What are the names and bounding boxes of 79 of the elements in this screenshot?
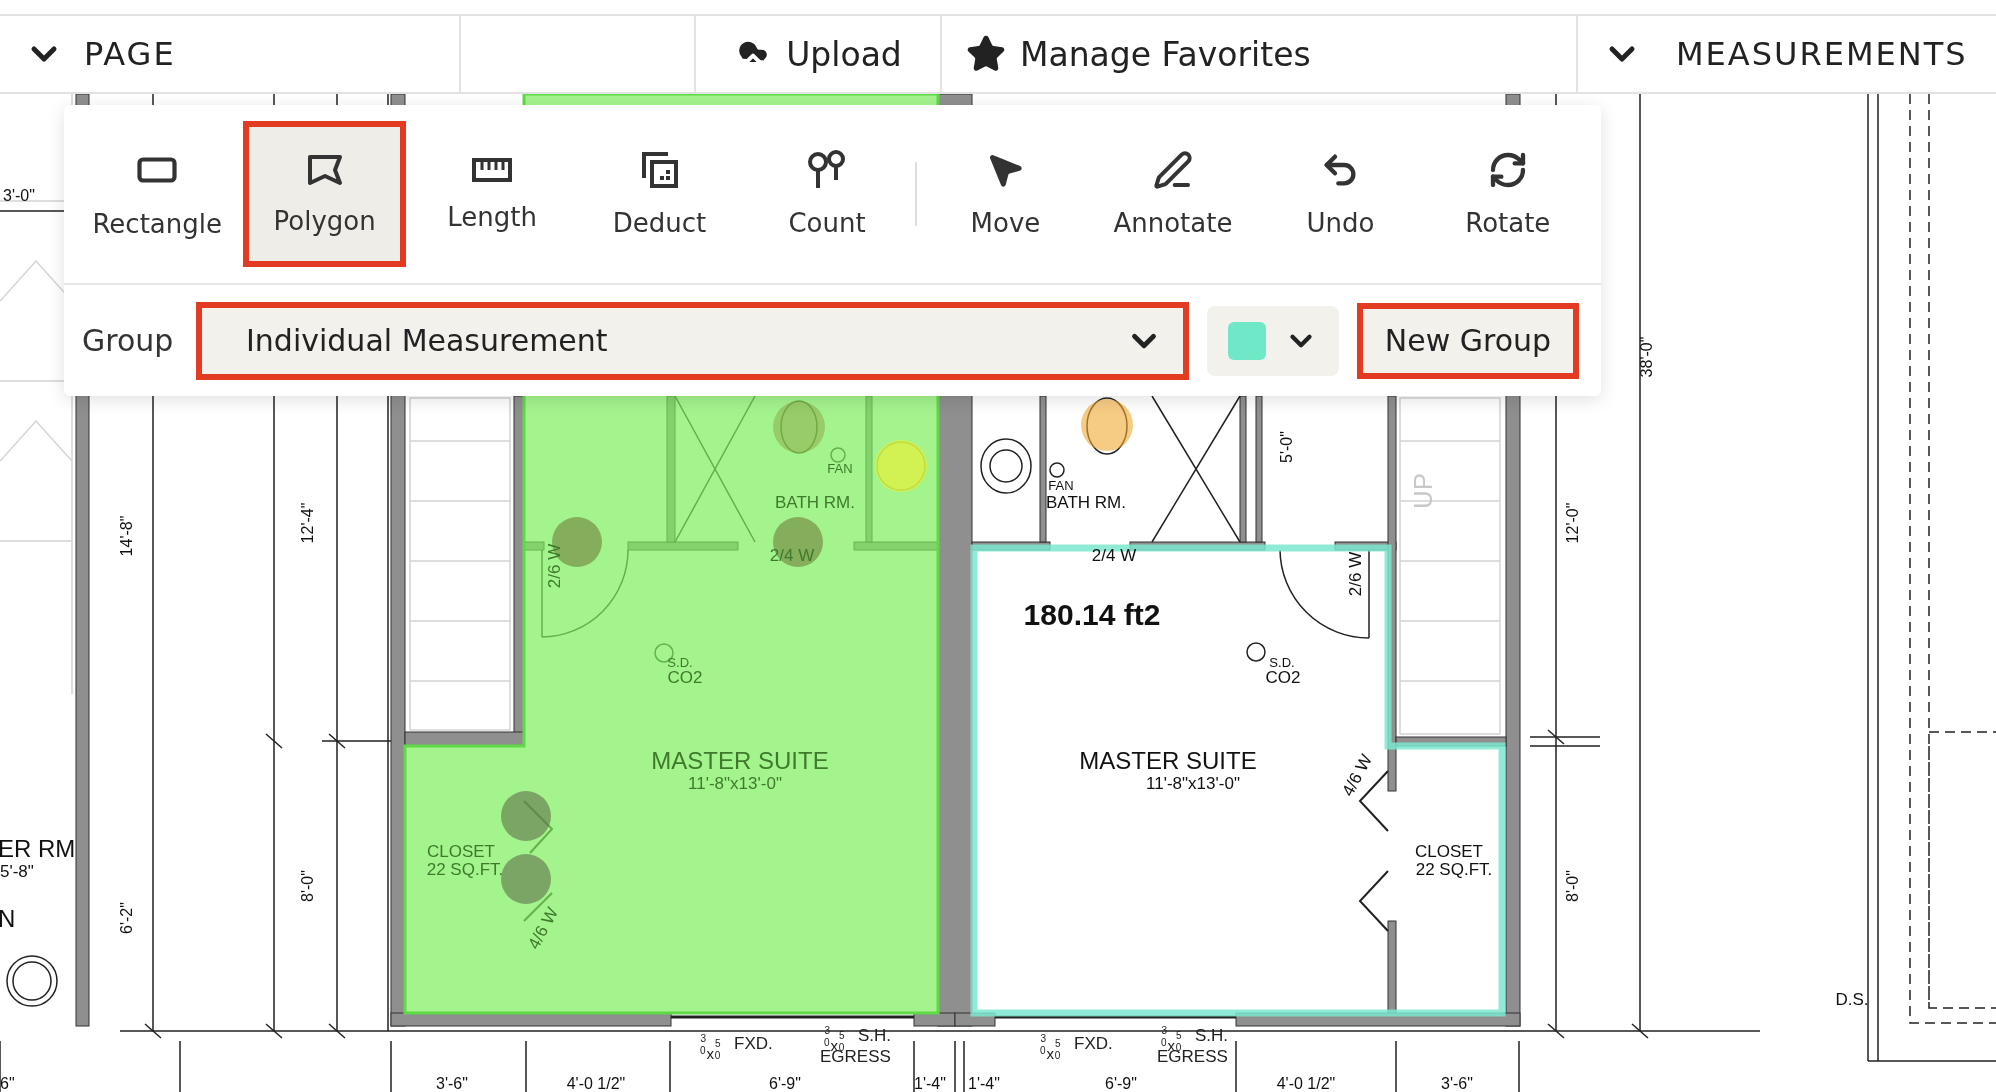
plan-note: CLOSET	[1415, 842, 1483, 861]
group-label: Group	[82, 323, 175, 358]
plan-note: FAN	[827, 461, 853, 476]
plan-note: 4/6 W	[1338, 751, 1376, 800]
plan-note: 2/6 W	[1346, 551, 1365, 597]
dimension-label: 1'-4"	[968, 1075, 1000, 1092]
plan-note: FAN	[1048, 478, 1074, 493]
fan-icon	[1049, 462, 1065, 478]
sink-drawing	[6, 955, 58, 1007]
plan-note: S.D.	[1269, 655, 1295, 670]
overlapping-squares-icon	[639, 150, 680, 190]
dimension-label: 6'-9"	[769, 1075, 801, 1092]
pen-icon	[1152, 150, 1193, 190]
tool-button[interactable]: Annotate	[1091, 121, 1255, 267]
toilet-marker[interactable]	[773, 401, 825, 453]
page-heading: PAGE	[84, 35, 176, 73]
plan-note: S.D.	[667, 655, 693, 670]
plan-note: 2/6 W	[545, 543, 564, 589]
plan-note: 4/6 W	[524, 904, 562, 953]
measurements-heading: MEASUREMENTS	[1676, 35, 1968, 73]
window-label: S.H.	[1195, 1026, 1229, 1045]
plan-note: D.S.	[1835, 990, 1869, 1009]
toilet-marker[interactable]	[1081, 399, 1133, 451]
tool-button[interactable]: Deduct	[578, 121, 741, 267]
tool-button[interactable]: Undo	[1259, 121, 1422, 267]
dimension-label: 6'-2"	[118, 902, 135, 934]
dimension-label: 12'-4"	[299, 502, 316, 544]
star-icon	[966, 34, 1006, 74]
plan-note: 2/4 W	[1091, 546, 1137, 565]
dimension-label: 8'-0"	[1564, 870, 1581, 902]
sink-drawing	[980, 438, 1032, 494]
plan-note: 11'-8"x13'-0"	[1146, 774, 1240, 793]
tool-button[interactable]: Move	[924, 121, 1087, 267]
point-marker[interactable]	[501, 791, 551, 841]
dimension-label: 1'-4"	[914, 1075, 946, 1092]
room-label: MASTER SUITE	[1079, 747, 1257, 774]
dimension-label: 38'-0"	[1638, 336, 1655, 378]
plan-note: 22 SQ.FT.	[1415, 860, 1493, 879]
room-label: MASTER SUITE	[651, 747, 829, 774]
group-select[interactable]: Individual Measurement	[196, 301, 1189, 380]
ruler-icon	[472, 156, 513, 184]
tool-button[interactable]: Rotate	[1426, 121, 1590, 267]
area-label: 180.14 ft2	[1023, 598, 1161, 631]
dimension-label: 14'-8"	[118, 515, 135, 557]
dimension-label: 12'-0"	[1564, 502, 1581, 544]
room-label: ER RM	[0, 835, 76, 862]
color-picker-button[interactable]	[1207, 305, 1339, 376]
smoke-detector-icon	[1246, 642, 1266, 662]
tool-button[interactable]: Count	[745, 121, 909, 267]
plan-note: CLOSET	[427, 842, 495, 861]
plan-note: BATH RM.	[1046, 493, 1126, 512]
dimension-label: 6"	[0, 1075, 15, 1092]
plan-note: CO2	[667, 668, 703, 687]
plan-note: BATH RM.	[775, 493, 855, 512]
point-marker[interactable]	[501, 854, 551, 904]
dimension-label: 8'-0"	[299, 870, 316, 902]
plan-note: 22 SQ.FT.	[426, 860, 504, 879]
tool-button[interactable]: Length	[410, 121, 574, 267]
new-group-button[interactable]: New Group	[1357, 302, 1579, 379]
window-label: FXD.	[734, 1034, 773, 1053]
tool-button[interactable]: Polygon	[243, 121, 406, 267]
pins-icon	[807, 150, 848, 190]
dimension-label: 4'-0 1/2"	[566, 1075, 626, 1092]
dimension-label: 3'-6"	[436, 1075, 468, 1092]
plan-note: CO2	[1265, 668, 1301, 687]
room-label: N	[0, 905, 16, 932]
dimension-label: 5'-0"	[1278, 431, 1295, 463]
dimension-label: 4'-0 1/2"	[1276, 1075, 1336, 1092]
tool-button[interactable]: Rectangle	[76, 121, 239, 267]
dimension-label: 3'-6"	[1441, 1075, 1473, 1092]
toilet-drawing	[1086, 397, 1128, 455]
plan-note: 11'-8"x13'-0"	[688, 774, 782, 793]
dimension-label: 3'-0"	[3, 187, 35, 204]
plan-note: 5'-8"	[0, 862, 34, 881]
window-label: S.H.	[858, 1026, 892, 1045]
window-label: FXD.	[1074, 1034, 1113, 1053]
sink-marker[interactable]	[875, 440, 927, 492]
dimension-label: 6'-9"	[1105, 1075, 1137, 1092]
selected-area-outline[interactable]	[970, 544, 1506, 1017]
